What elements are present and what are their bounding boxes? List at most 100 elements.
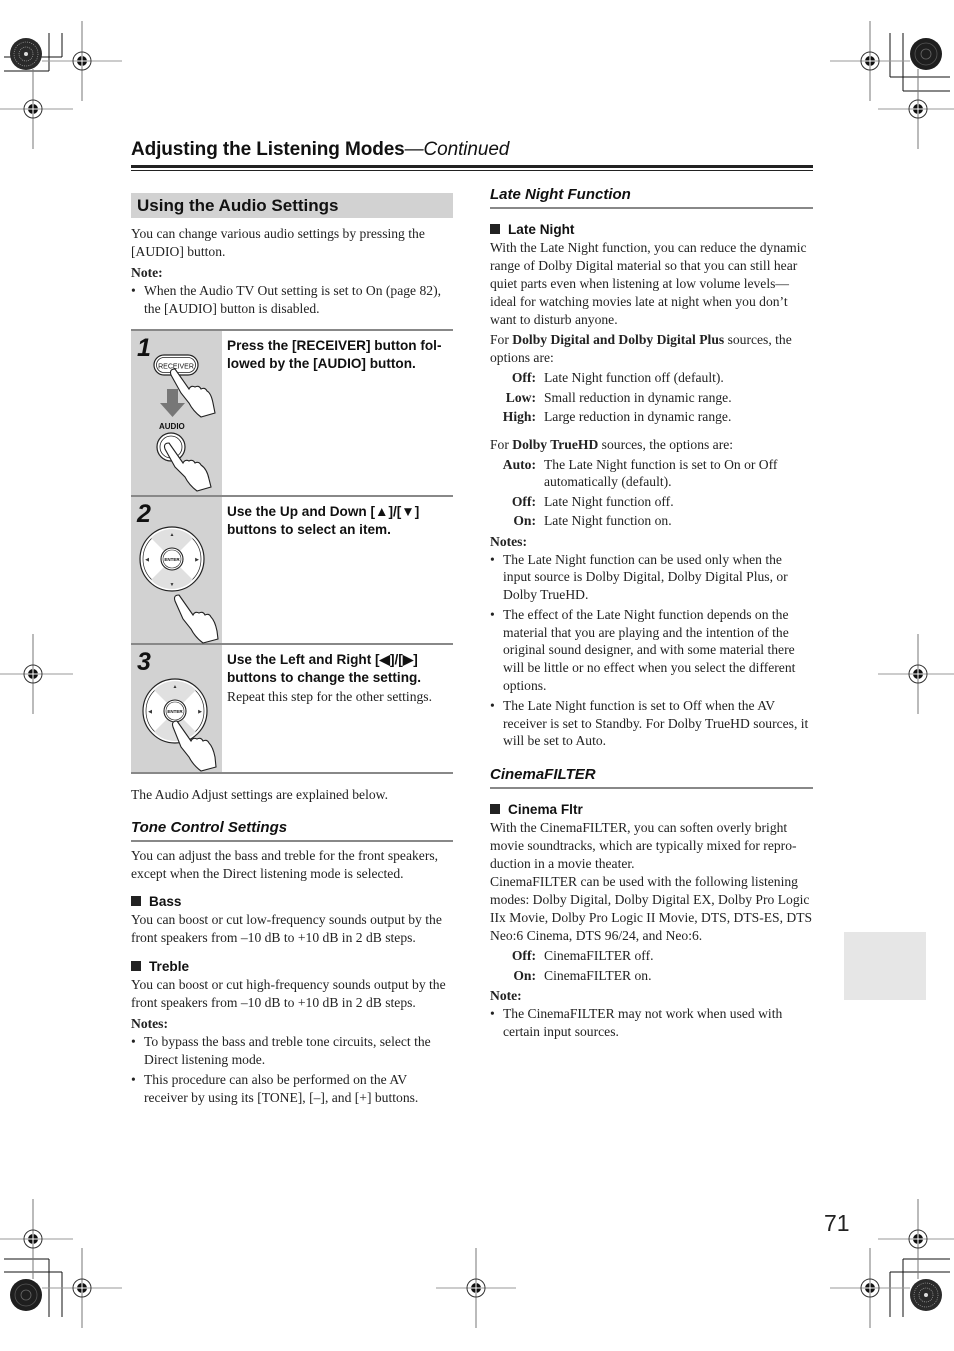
option-key: Off: (511, 493, 536, 509)
left-column: Using the Audio Settings You can change … (131, 193, 453, 1110)
svg-text:◀: ◀ (148, 709, 152, 715)
option-row: Low: Small reduction in dynamic range. (490, 389, 813, 407)
bass-text: You can boost or cut low-frequency sound… (131, 912, 442, 946)
chapter-tab-marker (844, 932, 926, 1000)
starburst-mark-icon (9, 37, 43, 71)
audio-label: AUDIO (159, 422, 185, 431)
truehd-options-intro: For Dolby TrueHD sources, the options ar… (490, 436, 813, 454)
square-bullet-icon (490, 224, 500, 234)
note-item: To bypass the bass and treble tone circu… (131, 1033, 453, 1068)
starburst-mark-icon (909, 1278, 943, 1312)
step-1-text: Press the [RECEIVER] button fol-lowed by… (222, 331, 453, 495)
cinemafilter-notes: The CinemaFILTER may not work when used … (490, 1005, 813, 1040)
cinemafilter-heading: CinemaFILTER (490, 766, 813, 790)
step-2: 2 ENTER ▲ ▼ ◀ ▶ Use the Up and Down [▲]/… (131, 497, 453, 646)
header-rule-thin (131, 170, 813, 171)
step-2-text: Use the Up and Down [▲]/[▼] buttons to s… (222, 497, 453, 643)
crosshair-mark-icon (0, 633, 74, 715)
after-steps-text: The Audio Adjust settings are explained … (131, 787, 388, 803)
option-desc: CinemaFILTER off. (544, 948, 654, 964)
svg-text:▲: ▲ (173, 685, 178, 690)
note-label: Note: (490, 988, 522, 1004)
crosshair-mark-icon (829, 1247, 911, 1329)
crop-mark-bottom-left (4, 1258, 63, 1317)
step-3-illustration: 3 ENTER ▲ ◀ ▶ (131, 645, 222, 773)
option-desc: CinemaFILTER on. (544, 967, 652, 983)
square-bullet-icon (131, 961, 141, 972)
option-key: On: (513, 967, 536, 983)
dolby-digital-options-intro: For Dolby Digital and Dolby Digital Plus… (490, 331, 813, 367)
late-night-label: Late Night (508, 222, 575, 237)
disc-mark-icon (909, 37, 943, 71)
dolby-digital-options: Off: Late Night function off (default). L… (490, 369, 813, 426)
cinemafilter-options: Off: CinemaFILTER off. On: CinemaFILTER on… (490, 947, 813, 984)
tone-control-notes: To bypass the bass and treble tone circu… (131, 1033, 453, 1106)
step-heading: Press the [RECEIVER] button fol-lowed by… (227, 338, 442, 372)
option-desc: Small reduction in dynamic range. (544, 389, 732, 405)
text-fragment: sources, the options are: (598, 436, 734, 452)
text-bold: Dolby Digital and Dolby Digital Plus (512, 332, 725, 347)
note-item: The effect of the Late Night function de… (490, 606, 813, 694)
square-bullet-icon (131, 896, 141, 907)
option-row: Off: CinemaFILTER off. (490, 947, 813, 965)
option-key: Low: (505, 389, 536, 405)
text-bold: Dolby TrueHD (512, 436, 599, 452)
option-desc: The Late Night function is set to On or … (544, 456, 778, 490)
direction-pad-icon: ENTER ▲ ▼ ◀ ▶ (139, 526, 205, 592)
svg-text:▼: ▼ (170, 583, 175, 588)
svg-text:▶: ▶ (198, 709, 202, 715)
late-night-item-heading: Late Night (490, 221, 813, 239)
crop-mark-top-right (889, 33, 950, 92)
option-desc: Late Night function off. (544, 493, 674, 509)
step-1: 1 RECEIVER AUDIO Press the [RECEIVER] bu… (131, 331, 453, 498)
late-night-intro: With the Late Night function, you can re… (490, 240, 807, 327)
page-number: 71 (824, 1210, 850, 1236)
svg-text:▶: ▶ (195, 557, 199, 563)
step-heading: Use the Up and Down [▲]/[▼] buttons to s… (227, 504, 420, 538)
svg-text:▲: ▲ (170, 533, 175, 538)
cinema-fltr-item-heading: Cinema Fltr (490, 801, 813, 819)
step-2-illustration: 2 ENTER ▲ ▼ ◀ ▶ (131, 497, 222, 644)
crosshair-mark-icon (829, 20, 911, 102)
option-key: Off: (511, 370, 536, 385)
disc-mark-icon (9, 1278, 43, 1312)
page-title-continued: —Continued (404, 139, 510, 160)
option-desc: Large reduction in dynamic range. (544, 409, 732, 424)
enter-label: ENTER (164, 557, 180, 562)
cinema-fltr-label: Cinema Fltr (508, 802, 583, 818)
step-3-text: Use the Left and Right [◀]/[▶] buttons t… (222, 645, 453, 772)
treble-heading: Treble (131, 958, 453, 976)
audio-settings-notes: When the Audio TV Out setting is set to … (131, 282, 453, 317)
step-3: 3 ENTER ▲ ◀ ▶ Use the Left and Right [◀]… (131, 645, 453, 775)
note-label: Note: (131, 265, 163, 280)
cinemafilter-intro: With the CinemaFILTER, you can soften ov… (490, 820, 797, 872)
late-night-notes: The Late Night function can be used only… (490, 551, 813, 751)
cinemafilter-modes: CinemaFILTER can be used with the follow… (490, 874, 813, 944)
option-key: Auto: (502, 456, 536, 472)
enter-label: ENTER (167, 709, 183, 714)
hand-pointer-icon (163, 442, 212, 492)
option-row: Off: Late Night function off (default). (490, 369, 813, 387)
steps-table: 1 RECEIVER AUDIO Press the [RECEIVER] bu… (131, 329, 453, 775)
page-header: Adjusting the Listening Modes—Continued (131, 139, 813, 171)
text-fragment: For (490, 436, 513, 452)
section-banner-audio-settings: Using the Audio Settings (131, 193, 453, 218)
treble-text: You can boost or cut high-frequency soun… (131, 977, 446, 1011)
note-item: The CinemaFILTER may not work when used … (490, 1005, 813, 1040)
option-key: Off: (511, 948, 536, 964)
option-key: On: (513, 513, 536, 528)
hand-pointer-icon (173, 594, 219, 644)
right-column: Late Night Function Late Night With the … (490, 186, 813, 1043)
svg-text:◀: ◀ (145, 557, 149, 563)
option-row: High: Large reduction in dynamic range. (490, 408, 813, 426)
crosshair-mark-icon (877, 1198, 954, 1280)
option-row: On: Late Night function on. (490, 512, 813, 530)
late-night-heading: Late Night Function (490, 186, 813, 209)
crosshair-mark-icon (877, 633, 954, 715)
option-desc: Late Night function on. (544, 513, 672, 528)
crosshair-mark-icon (0, 68, 74, 150)
option-key: High: (502, 409, 536, 424)
tone-control-heading: Tone Control Settings (131, 819, 453, 843)
header-rule (131, 165, 813, 168)
text-fragment: For (490, 332, 513, 347)
